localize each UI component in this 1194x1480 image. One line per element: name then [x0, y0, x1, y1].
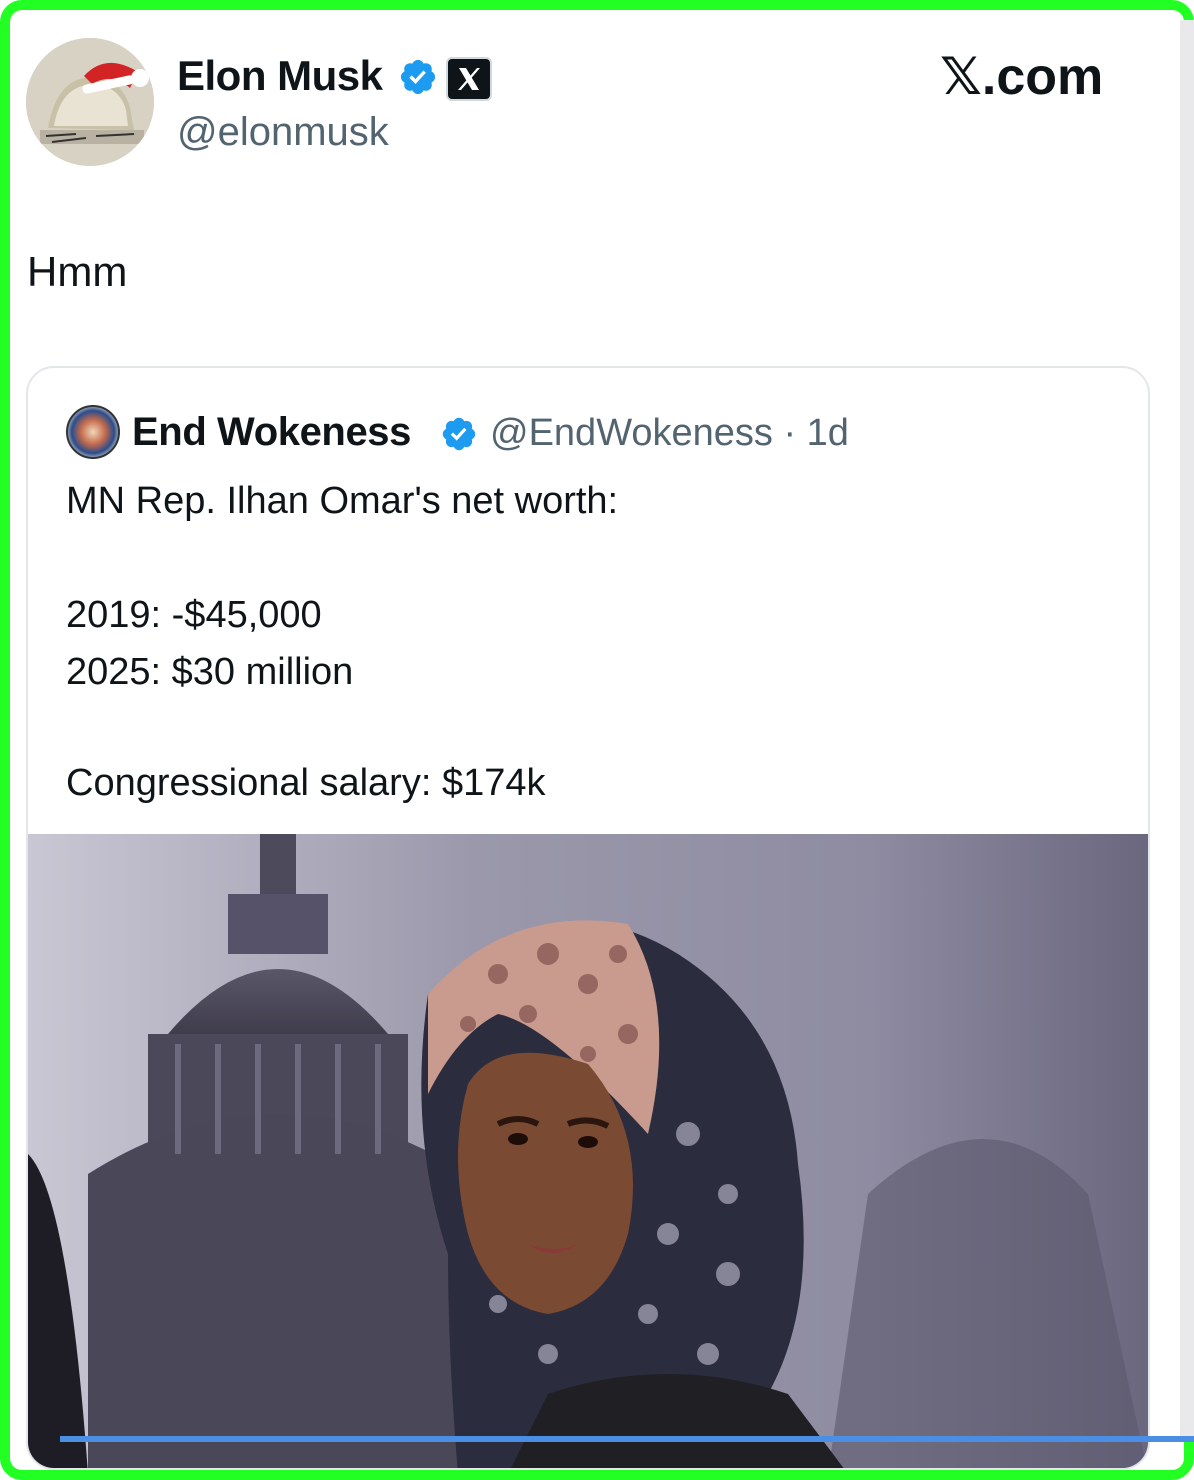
end-wokeness-avatar-icon[interactable]	[66, 405, 120, 459]
photo-person-capitol-icon[interactable]	[28, 834, 1148, 1468]
avatar-santa-hat-icon	[26, 38, 154, 166]
quoted-handle-time[interactable]: @EndWokeness · 1d	[490, 412, 849, 455]
verified-badge-icon	[400, 59, 436, 95]
author-handle[interactable]: @elonmusk	[177, 110, 389, 155]
quoted-text-line: 2025: $30 million	[66, 651, 354, 693]
quoted-text-line: Congressional salary: $174k	[66, 762, 546, 804]
bottom-edge-line	[60, 1436, 1194, 1442]
author-avatar[interactable]	[26, 38, 154, 166]
scrollbar[interactable]	[1180, 20, 1194, 1442]
x-logo-icon	[446, 57, 492, 101]
site-label: 𝕏.com	[940, 48, 1104, 106]
quoted-text-line: MN Rep. Ilhan Omar's net worth:	[66, 480, 619, 522]
author-name[interactable]: Elon Musk	[177, 52, 383, 100]
quoted-text-line: 2019: -$45,000	[66, 594, 322, 636]
verified-badge-icon	[442, 417, 476, 451]
tweet-text: Hmm	[27, 248, 128, 295]
quoted-author-name[interactable]: End Wokeness	[132, 410, 411, 455]
quoted-tweet-card[interactable]: End Wokeness @EndWokeness · 1d MN Rep. I…	[26, 366, 1150, 1470]
